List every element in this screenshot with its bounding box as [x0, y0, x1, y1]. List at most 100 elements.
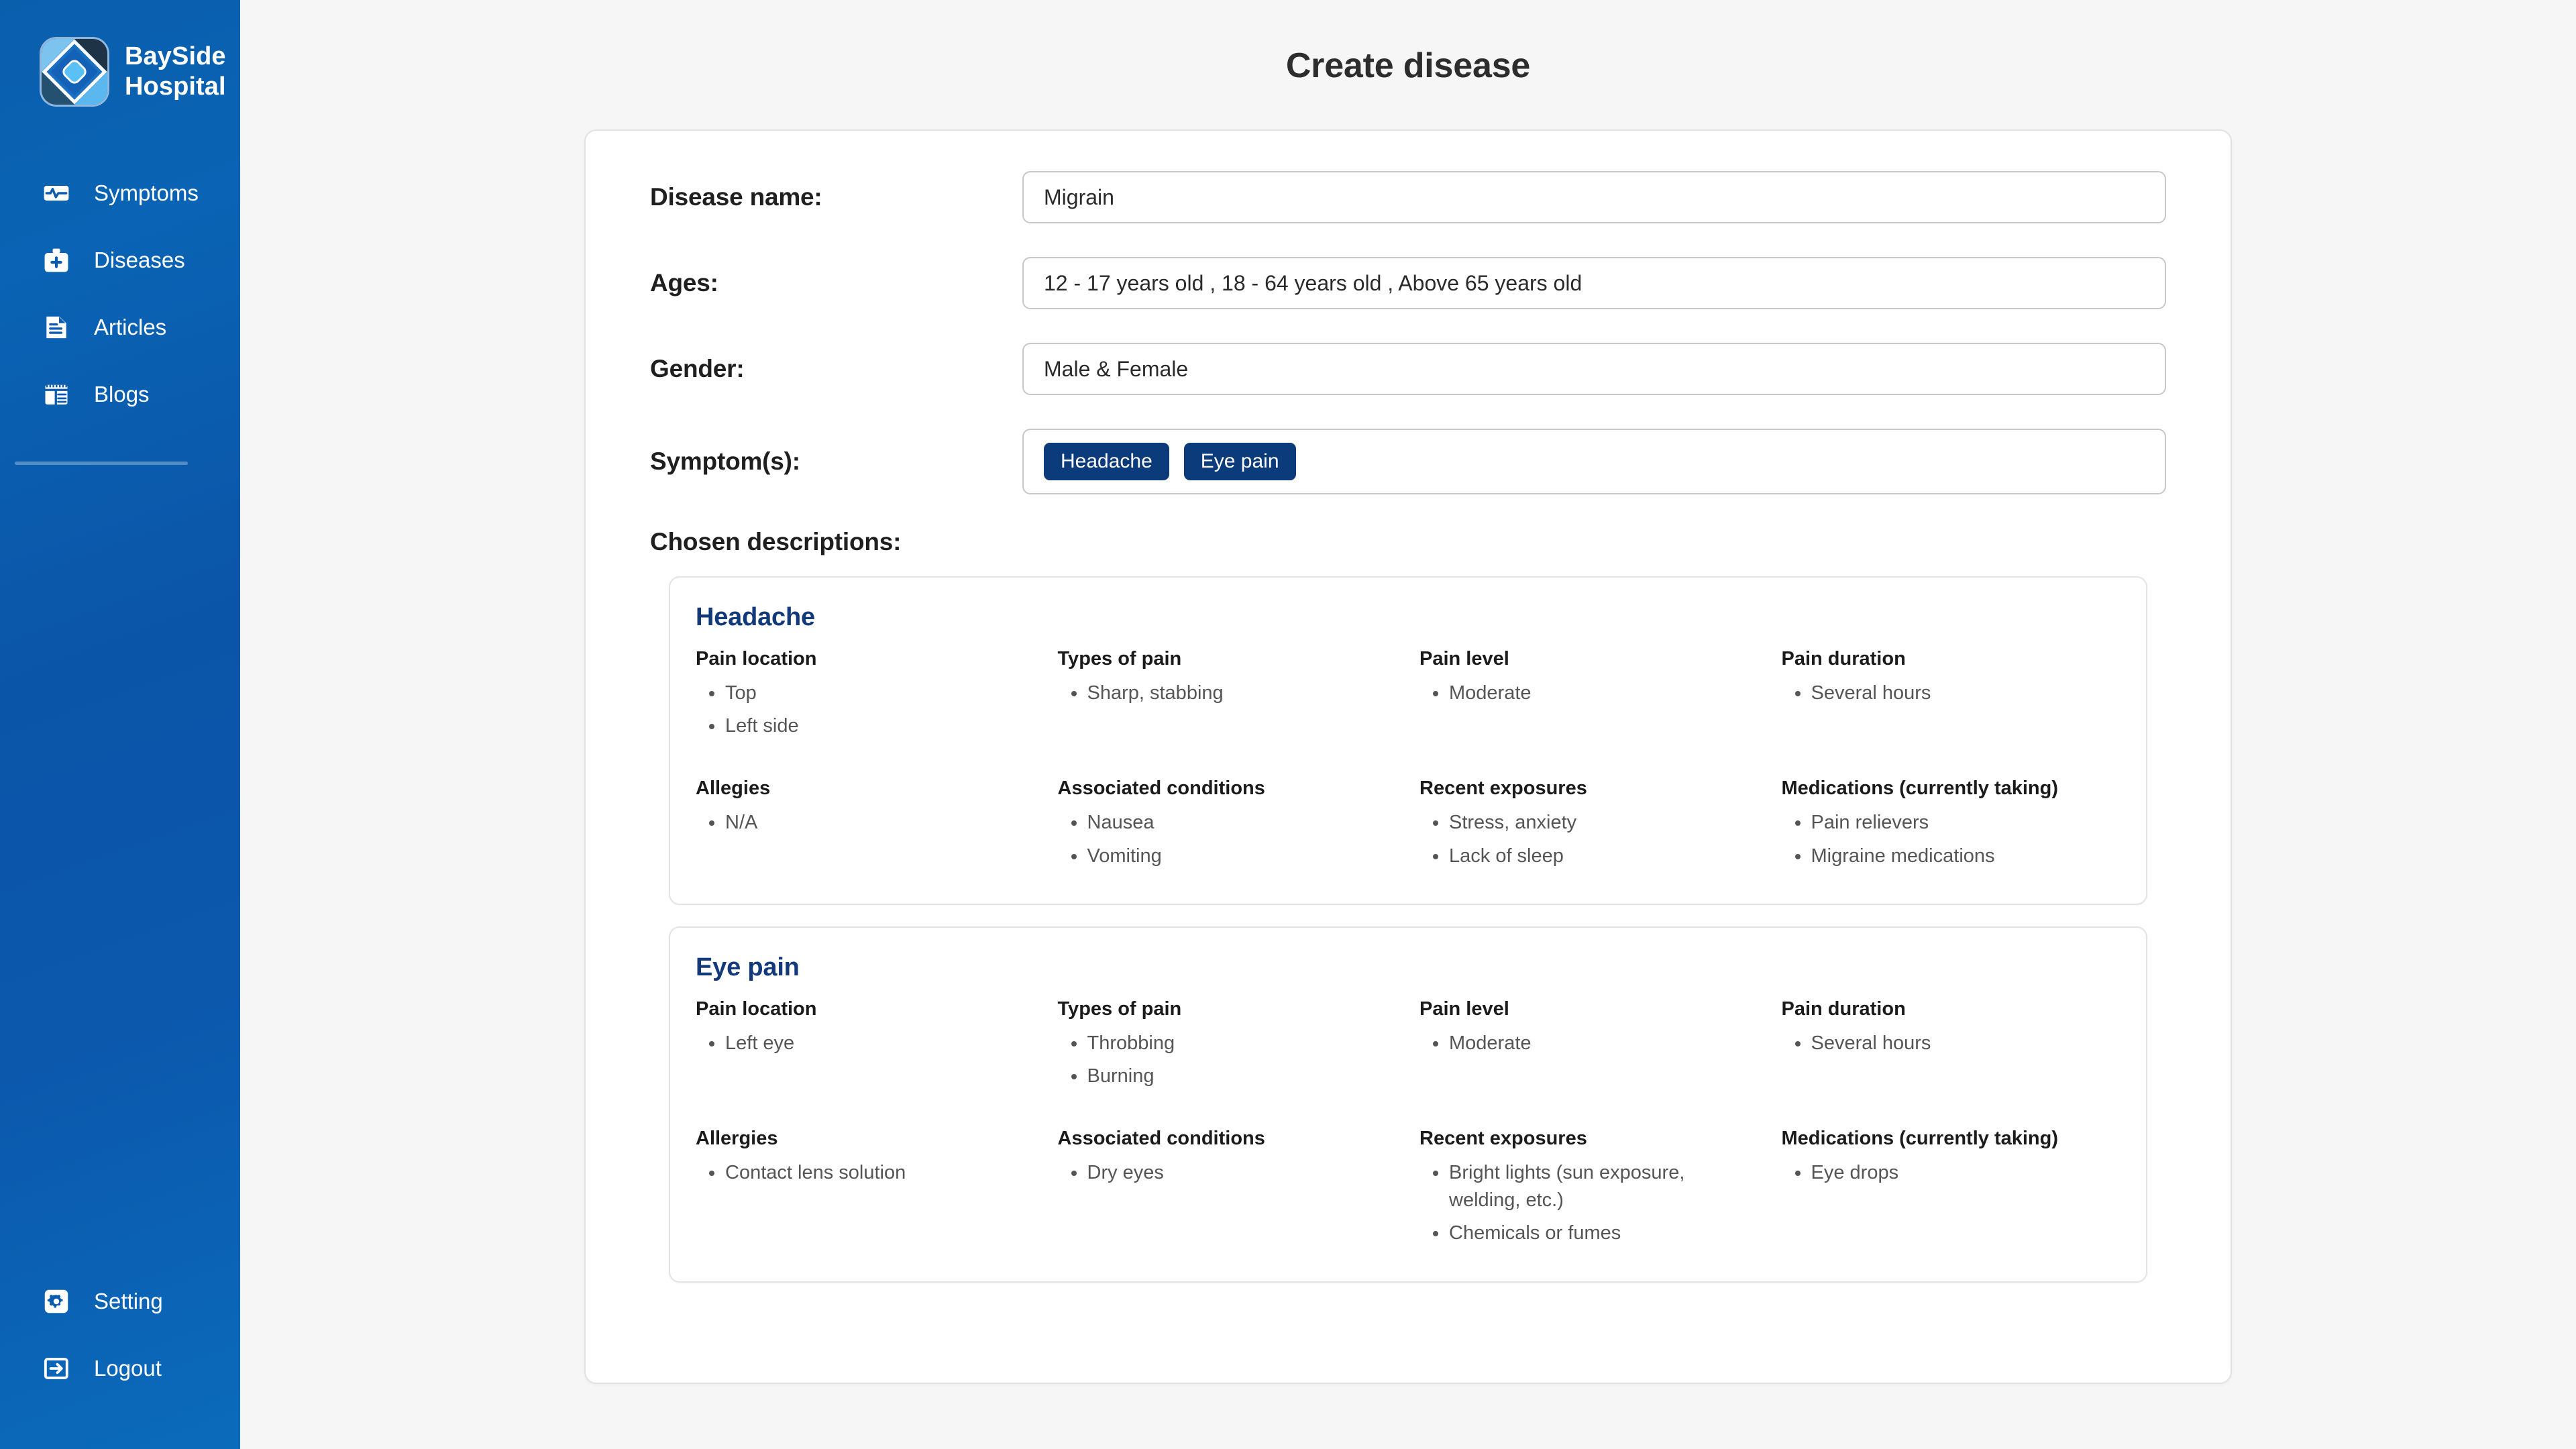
sidebar: BaySide Hospital Symptoms Diseases Artic…: [0, 0, 240, 1449]
brand[interactable]: BaySide Hospital: [0, 0, 240, 105]
disease-name-input[interactable]: Migrain: [1022, 171, 2166, 223]
description-card: Headache Pain location Top Left side Types o…: [669, 576, 2147, 905]
list-item: Left side: [696, 712, 1035, 740]
list-item: Sharp, stabbing: [1058, 680, 1397, 707]
description-field-label: Pain level: [1419, 998, 1509, 1020]
ages-label: Ages:: [650, 269, 718, 297]
description-field-label: Medications (currently taking): [1781, 777, 2059, 800]
list-item: Nausea: [1058, 809, 1397, 837]
description-field: Pain level Moderate: [1419, 648, 1759, 745]
sidebar-item-label: Symptoms: [94, 180, 199, 205]
sidebar-item-articles[interactable]: Articles: [0, 294, 240, 361]
symptoms-input[interactable]: Headache Eye pain: [1022, 429, 2166, 494]
description-field-label: Allegies: [696, 777, 771, 800]
sidebar-item-label: Blogs: [94, 382, 150, 407]
page-title: Create disease: [1285, 46, 1531, 85]
description-field-label: Pain level: [1419, 648, 1509, 669]
sidebar-item-blogs[interactable]: Blogs: [0, 361, 240, 428]
description-card-title: Headache: [696, 603, 815, 631]
description-field-values: Sharp, stabbing: [1058, 680, 1397, 707]
description-field-values: Dry eyes: [1058, 1159, 1397, 1187]
description-field: Pain location Top Left side: [696, 648, 1035, 745]
list-item: Burning: [1058, 1063, 1397, 1090]
sidebar-item-diseases[interactable]: Diseases: [0, 227, 240, 294]
create-disease-panel: Disease name: Migrain Ages: 12 - 17 year…: [584, 129, 2232, 1384]
description-field: Recent exposures Stress, anxiety Lack of s…: [1419, 777, 1759, 875]
description-field-values: Several hours: [1782, 680, 2121, 707]
description-field-grid: Pain location Top Left side Types of pain Sh…: [696, 648, 2121, 875]
chosen-descriptions-list: Headache Pain location Top Left side Types o…: [650, 576, 2166, 1283]
symptom-chip[interactable]: Eye pain: [1183, 443, 1296, 480]
list-item: Eye drops: [1782, 1159, 2121, 1187]
description-field-label: Pain location: [696, 648, 817, 669]
description-field-label: Associated conditions: [1057, 777, 1265, 800]
description-field-label: Types of pain: [1057, 648, 1182, 669]
form-row-disease-name: Disease name: Migrain: [650, 171, 2166, 223]
description-field-values: Left eye: [696, 1030, 1035, 1057]
description-field: Medications (currently taking) Pain relie…: [1782, 777, 2121, 875]
pulse-activity-icon: [42, 178, 71, 208]
description-field: Recent exposures Bright lights (sun expos…: [1419, 1128, 1759, 1253]
list-item: Lack of sleep: [1419, 843, 1759, 870]
description-field-label: Pain duration: [1781, 648, 1906, 669]
sidebar-item-logout[interactable]: Logout: [0, 1335, 240, 1402]
list-item: Stress, anxiety: [1419, 809, 1759, 837]
sidebar-bottom-nav: Setting Logout: [0, 1268, 240, 1449]
description-field-label: Medications (currently taking): [1781, 1128, 2059, 1150]
description-field-values: Moderate: [1419, 680, 1759, 707]
description-field-label: Recent exposures: [1419, 777, 1587, 800]
list-item: Throbbing: [1058, 1030, 1397, 1057]
ages-input[interactable]: 12 - 17 years old , 18 - 64 years old , …: [1022, 257, 2166, 309]
symptom-chip[interactable]: Headache: [1044, 443, 1169, 480]
description-field: Allegies N/A: [696, 777, 1035, 875]
description-field-values: Stress, anxiety Lack of sleep: [1419, 809, 1759, 869]
description-field-values: Contact lens solution: [696, 1159, 1035, 1187]
sidebar-item-symptoms[interactable]: Symptoms: [0, 160, 240, 227]
list-item: Left eye: [696, 1030, 1035, 1057]
sidebar-item-label: Diseases: [94, 248, 185, 272]
description-field-values: Bright lights (sun exposure, welding, et…: [1419, 1159, 1759, 1248]
list-item: Moderate: [1419, 1030, 1759, 1057]
list-item: Migraine medications: [1782, 843, 2121, 870]
sidebar-item-setting[interactable]: Setting: [0, 1268, 240, 1335]
sidebar-item-label: Articles: [94, 315, 167, 339]
medical-briefcase-icon: [42, 246, 71, 275]
description-field: Pain level Moderate: [1419, 998, 1759, 1095]
description-field: Pain duration Several hours: [1782, 648, 2121, 745]
list-item: Several hours: [1782, 1030, 2121, 1057]
brand-name-line2: Hospital: [125, 72, 226, 101]
description-field-values: Several hours: [1782, 1030, 2121, 1057]
list-item: Moderate: [1419, 680, 1759, 707]
description-field-label: Recent exposures: [1419, 1128, 1587, 1150]
chosen-descriptions-heading: Chosen descriptions:: [650, 528, 902, 555]
description-field: Pain duration Several hours: [1782, 998, 2121, 1095]
list-item: Top: [696, 680, 1035, 707]
sidebar-divider: [15, 462, 188, 465]
description-field-label: Pain duration: [1781, 998, 1906, 1020]
brand-name-line1: BaySide: [125, 42, 226, 71]
form-row-symptoms: Symptom(s): Headache Eye pain: [650, 429, 2166, 494]
description-field-values: Throbbing Burning: [1058, 1030, 1397, 1090]
description-field: Medications (currently taking) Eye drops: [1782, 1128, 2121, 1253]
gender-label: Gender:: [650, 355, 745, 382]
description-field: Allergies Contact lens solution: [696, 1128, 1035, 1253]
sidebar-item-label: Logout: [94, 1356, 162, 1381]
description-field-grid: Pain location Left eye Types of pain Throbb…: [696, 998, 2121, 1253]
logout-arrow-icon: [42, 1354, 71, 1383]
list-item: N/A: [696, 809, 1035, 837]
description-field-label: Pain location: [696, 998, 817, 1020]
description-field-values: Top Left side: [696, 680, 1035, 740]
app-root: BaySide Hospital Symptoms Diseases Artic…: [0, 0, 2576, 1449]
gender-input[interactable]: Male & Female: [1022, 343, 2166, 395]
description-field: Types of pain Sharp, stabbing: [1058, 648, 1397, 745]
symptoms-label: Symptom(s):: [650, 447, 800, 475]
description-field-label: Types of pain: [1057, 998, 1182, 1020]
disease-name-label: Disease name:: [650, 183, 822, 211]
description-field-label: Allergies: [696, 1128, 778, 1150]
gear-icon: [42, 1287, 71, 1316]
brand-name: BaySide Hospital: [125, 42, 226, 102]
list-item: Vomiting: [1058, 843, 1397, 870]
layout-grid-icon: [42, 380, 71, 409]
description-field: Types of pain Throbbing Burning: [1058, 998, 1397, 1095]
sidebar-item-label: Setting: [94, 1289, 163, 1313]
